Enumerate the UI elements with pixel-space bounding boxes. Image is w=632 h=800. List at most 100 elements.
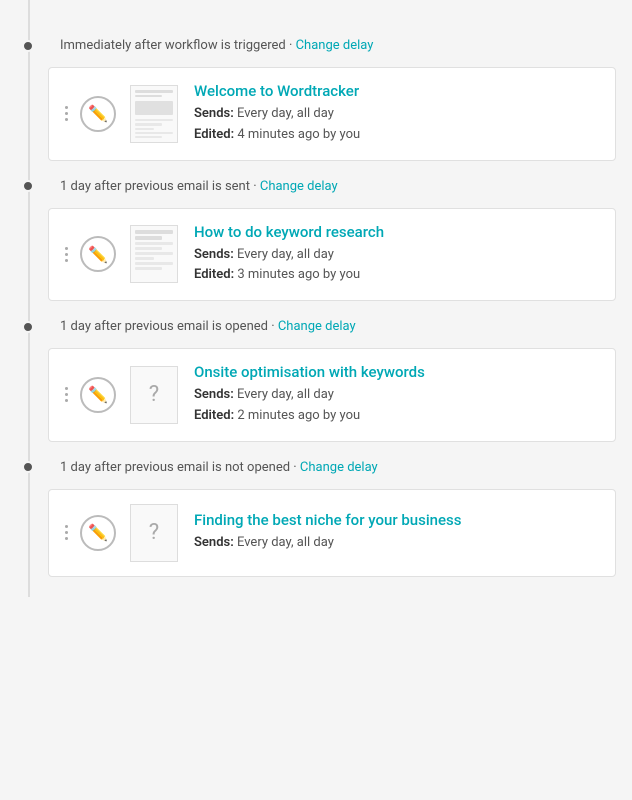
step-bullet-2 — [22, 180, 34, 192]
drag-dot — [65, 247, 68, 250]
sends-label: Sends: — [194, 106, 234, 121]
drag-dot — [65, 393, 68, 396]
thumb-line — [135, 119, 173, 121]
step-bullet-1 — [22, 40, 34, 52]
drag-handle-3[interactable] — [65, 387, 68, 402]
drag-dot — [65, 387, 68, 390]
edited-label: Edited: — [194, 267, 234, 282]
email-thumbnail-3: ? — [130, 366, 178, 424]
delay-label-1: Immediately after workflow is triggered — [60, 38, 286, 53]
email-info-4: Finding the best niche for your business… — [194, 511, 599, 554]
thumb-line — [135, 242, 173, 245]
edited-value-1: 4 minutes ago by you — [237, 127, 360, 142]
delay-row-3: 1 day after previous email is opened · C… — [0, 301, 632, 348]
email-meta-4: Sends: Every day, all day — [194, 533, 599, 554]
sends-label: Sends: — [194, 387, 234, 402]
step-group-3: 1 day after previous email is opened · C… — [0, 301, 632, 442]
change-delay-link-4[interactable]: Change delay — [300, 460, 378, 475]
email-info-1: Welcome to Wordtracker Sends: Every day,… — [194, 82, 599, 146]
drag-dot — [65, 399, 68, 402]
edited-value-2: 3 minutes ago by you — [237, 267, 360, 282]
drag-dot — [65, 112, 68, 115]
sends-value-4: Every day, all day — [237, 535, 334, 550]
drag-dot — [65, 537, 68, 540]
email-card-3: ✏️ ? Onsite optimisation with keywords S… — [48, 348, 616, 442]
edited-value-3: 2 minutes ago by you — [237, 408, 360, 423]
workflow-container: Immediately after workflow is triggered … — [0, 0, 632, 597]
email-info-2: How to do keyword research Sends: Every … — [194, 223, 599, 287]
delay-label-3: 1 day after previous email is opened — [60, 319, 268, 334]
delay-text-4: 1 day after previous email is not opened… — [60, 460, 378, 475]
email-info-3: Onsite optimisation with keywords Sends:… — [194, 363, 599, 427]
sends-label: Sends: — [194, 247, 234, 262]
thumb-line — [135, 95, 162, 98]
edit-icon-1[interactable]: ✏️ — [80, 96, 116, 132]
thumb-line — [135, 136, 162, 138]
drag-dot — [65, 525, 68, 528]
drag-handle-1[interactable] — [65, 106, 68, 121]
thumb-line — [135, 90, 173, 93]
delay-separator-4: · — [290, 460, 300, 475]
email-card-4: ✏️ ? Finding the best niche for your bus… — [48, 489, 616, 577]
change-delay-link-3[interactable]: Change delay — [278, 319, 356, 334]
thumb-line — [135, 128, 154, 130]
drag-dot — [65, 118, 68, 121]
drag-dot — [65, 531, 68, 534]
thumb-line — [135, 257, 154, 260]
email-meta-2: Sends: Every day, all day Edited: 3 minu… — [194, 245, 599, 287]
delay-label-4: 1 day after previous email is not opened — [60, 460, 290, 475]
delay-separator-1: · — [286, 38, 296, 53]
drag-handle-4[interactable] — [65, 525, 68, 540]
thumb-line — [135, 123, 162, 125]
email-card-2: ✏️ How to do keyword research Sends: Eve… — [48, 208, 616, 302]
change-delay-link-2[interactable]: Change delay — [260, 179, 338, 194]
sends-value-1: Every day, all day — [237, 106, 334, 121]
edit-icon-2[interactable]: ✏️ — [80, 236, 116, 272]
email-title-4[interactable]: Finding the best niche for your business — [194, 511, 599, 529]
thumb-question-icon: ? — [135, 371, 173, 419]
email-meta-3: Sends: Every day, all day Edited: 2 minu… — [194, 385, 599, 427]
step-group-2: 1 day after previous email is sent · Cha… — [0, 161, 632, 302]
thumb-line — [135, 247, 162, 250]
edited-label: Edited: — [194, 127, 234, 142]
thumb-line — [135, 236, 162, 240]
step-group-1: Immediately after workflow is triggered … — [0, 20, 632, 161]
edit-icon-4[interactable]: ✏️ — [80, 515, 116, 551]
drag-handle-2[interactable] — [65, 247, 68, 262]
email-title-2[interactable]: How to do keyword research — [194, 223, 599, 241]
delay-separator-3: · — [268, 319, 278, 334]
email-title-1[interactable]: Welcome to Wordtracker — [194, 82, 599, 100]
drag-dot — [65, 253, 68, 256]
change-delay-link-1[interactable]: Change delay — [296, 38, 374, 53]
thumb-line — [135, 267, 162, 270]
email-title-3[interactable]: Onsite optimisation with keywords — [194, 363, 599, 381]
email-thumbnail-4: ? — [130, 504, 178, 562]
thumb-question-icon: ? — [135, 509, 173, 557]
thumb-line — [135, 262, 173, 265]
email-meta-1: Sends: Every day, all day Edited: 4 minu… — [194, 104, 599, 146]
step-bullet-3 — [22, 321, 34, 333]
thumb-line — [135, 230, 173, 234]
thumb-image — [135, 101, 173, 115]
delay-row-2: 1 day after previous email is sent · Cha… — [0, 161, 632, 208]
delay-text-1: Immediately after workflow is triggered … — [60, 38, 373, 53]
delay-row-1: Immediately after workflow is triggered … — [0, 20, 632, 67]
drag-dot — [65, 106, 68, 109]
delay-label-2: 1 day after previous email is sent — [60, 179, 250, 194]
email-thumbnail-2 — [130, 225, 178, 283]
drag-dot — [65, 259, 68, 262]
edit-icon-3[interactable]: ✏️ — [80, 377, 116, 413]
edited-label: Edited: — [194, 408, 234, 423]
delay-text-2: 1 day after previous email is sent · Cha… — [60, 179, 338, 194]
sends-value-3: Every day, all day — [237, 387, 334, 402]
sends-value-2: Every day, all day — [237, 247, 334, 262]
sends-label: Sends: — [194, 535, 234, 550]
delay-row-4: 1 day after previous email is not opened… — [0, 442, 632, 489]
thumb-line — [135, 252, 173, 255]
delay-text-3: 1 day after previous email is opened · C… — [60, 319, 356, 334]
step-bullet-4 — [22, 461, 34, 473]
thumb-line — [135, 132, 173, 134]
step-group-4: 1 day after previous email is not opened… — [0, 442, 632, 577]
delay-separator-2: · — [250, 179, 260, 194]
email-card-1: ✏️ Welcome to Wordtracker Sends: Every d… — [48, 67, 616, 161]
